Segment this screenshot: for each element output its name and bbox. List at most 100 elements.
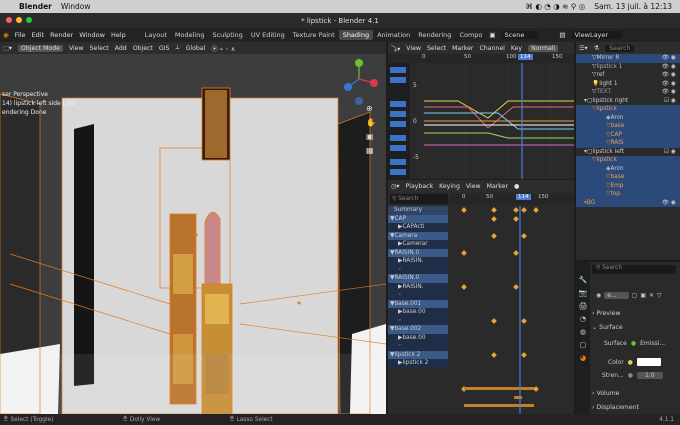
object-mode-dropdown[interactable]: Object Mode bbox=[17, 44, 63, 52]
menu-edit[interactable]: Edit bbox=[32, 31, 45, 39]
channel-row[interactable]: ▶ CAPActi bbox=[388, 223, 448, 232]
channel-row[interactable]: ▼ lipstick 2 bbox=[388, 350, 448, 359]
menu-playback[interactable]: Playback bbox=[406, 183, 434, 190]
tool-tab-icon[interactable]: 🔧 bbox=[579, 276, 588, 284]
graph-menu-key[interactable]: Key bbox=[511, 45, 522, 52]
timeline-menu-marker[interactable]: Marker bbox=[487, 183, 508, 190]
view-layer-name[interactable]: ViewLayer bbox=[571, 31, 623, 39]
menu-help[interactable]: Help bbox=[111, 31, 126, 39]
node-tree-icon[interactable]: ▽ bbox=[657, 292, 662, 299]
graph-editor-type-icon[interactable]: ⤵▾ bbox=[391, 44, 400, 53]
outliner-row[interactable]: 💡 light 1 👁 ◉ bbox=[576, 80, 680, 89]
dope-sheet[interactable]: ◷▾ Playback Keying View Marker ● ⚲ Searc… bbox=[388, 180, 574, 414]
zoom-icon[interactable]: ⊕ bbox=[366, 104, 376, 113]
tab-texture-paint[interactable]: Texture Paint bbox=[289, 30, 339, 40]
tab-uv-editing[interactable]: UV Editing bbox=[247, 30, 289, 40]
graph-menu-channel[interactable]: Channel bbox=[479, 45, 504, 52]
app-name[interactable]: Blender bbox=[19, 2, 52, 11]
gizmo-z-axis[interactable] bbox=[344, 83, 352, 91]
volume-section[interactable]: › Volume bbox=[592, 390, 680, 397]
tab-compositing[interactable]: Compo bbox=[455, 30, 486, 40]
channel-row[interactable]: ▶ base.00 bbox=[388, 333, 448, 342]
properties-editor[interactable]: 🔧 📷 🖨 ◔ ◍ ▢ ◕ ⚲ Search ◉ e... ▢ ▣ ✕ ▽ › … bbox=[576, 262, 680, 414]
timeline-menu-view[interactable]: View bbox=[466, 183, 481, 190]
channel-row[interactable]: ▼ RAISIN.0 bbox=[388, 274, 448, 283]
outliner-row[interactable]: ▽ Mirror R 👁 ◉ bbox=[576, 54, 680, 63]
graph-playhead-label[interactable]: 114 bbox=[518, 54, 533, 60]
graph-menu-view[interactable]: View bbox=[406, 45, 421, 52]
outliner-row[interactable]: ▾▢ lipstick left ☑ ◉ bbox=[576, 148, 680, 157]
graph-channel-list[interactable] bbox=[388, 63, 410, 179]
tab-sculpting[interactable]: Sculpting bbox=[208, 30, 246, 40]
graph-menu-select[interactable]: Select bbox=[427, 45, 446, 52]
outliner-row[interactable]: ▾▢ lipstick right ☑ ◉ bbox=[576, 97, 680, 106]
outliner-row[interactable]: ▽ ref 👁 ◉ bbox=[576, 71, 680, 80]
outliner-row[interactable]: ▽ TEXT 👁 ◉ bbox=[576, 88, 680, 97]
object-tab-icon[interactable]: ▢ bbox=[580, 341, 587, 349]
menu-window[interactable]: Window bbox=[61, 2, 91, 11]
menu-window[interactable]: Window bbox=[79, 31, 105, 39]
menu-render[interactable]: Render bbox=[50, 31, 73, 39]
channel-row[interactable]: ▶ RAISIN. bbox=[388, 282, 448, 291]
orientation-dropdown[interactable]: Global bbox=[186, 45, 206, 52]
timeline-editor-icon[interactable]: ◷▾ bbox=[391, 183, 400, 190]
outliner-row[interactable]: ▽ CAP bbox=[576, 130, 680, 139]
channel-row[interactable]: ▼ base.001 bbox=[388, 299, 448, 308]
scene-name[interactable]: Scene bbox=[501, 31, 539, 39]
graph-menu-marker[interactable]: Marker bbox=[452, 45, 473, 52]
menu-keying[interactable]: Keying bbox=[439, 183, 460, 190]
record-button[interactable]: ● bbox=[514, 183, 519, 190]
fcurve-canvas[interactable] bbox=[418, 63, 574, 179]
outliner-row[interactable]: ▽ RAIS bbox=[576, 139, 680, 148]
camera-view-icon[interactable]: ▣ bbox=[366, 132, 376, 141]
snap-icon[interactable]: ⦿ ⌁ ◦ ∧ bbox=[211, 44, 235, 53]
world-tab-icon[interactable]: ◍ bbox=[580, 328, 586, 336]
menu-view[interactable]: View bbox=[69, 45, 84, 52]
dopesheet-ruler[interactable]: 0 50 114 150 bbox=[450, 194, 574, 204]
displacement-section[interactable]: › Displacement bbox=[592, 404, 680, 411]
pan-hand-icon[interactable]: ✋ bbox=[366, 118, 376, 127]
outliner[interactable]: ☰▾ ⚗ Search ▽ Mirror R 👁 ◉ ▽ lipstick 1 👁 ◉ … bbox=[576, 42, 680, 260]
blender-logo-icon[interactable]: ◉ bbox=[3, 31, 9, 39]
scene-tab-icon[interactable]: ◔ bbox=[580, 315, 586, 323]
channel-row[interactable]: ▼ CAP bbox=[388, 214, 448, 223]
channel-row[interactable]: Summary bbox=[388, 206, 448, 215]
normalize-toggle[interactable]: Normali bbox=[528, 44, 559, 52]
preview-section[interactable]: › Preview bbox=[592, 310, 680, 317]
filter-icon[interactable]: ⚗ bbox=[594, 45, 600, 52]
outliner-row[interactable]: ▽ lipstick bbox=[576, 156, 680, 165]
keyframe-canvas[interactable] bbox=[448, 206, 574, 414]
menu-add[interactable]: Add bbox=[115, 45, 127, 52]
dark-panel-left[interactable] bbox=[74, 124, 94, 386]
strength-field[interactable]: 1.0 bbox=[636, 372, 663, 379]
surface-shader-dropdown[interactable]: Emissi... bbox=[640, 340, 665, 347]
channel-row[interactable]: ▼ base.002 bbox=[388, 325, 448, 334]
channel-row[interactable]: ◦ bbox=[388, 291, 448, 300]
editor-type-icon[interactable]: ⬚▾ bbox=[3, 45, 12, 52]
channel-row[interactable]: ◦ bbox=[388, 265, 448, 274]
tab-animation[interactable]: Animation bbox=[373, 30, 414, 40]
menu-file[interactable]: File bbox=[15, 31, 26, 39]
channel-row[interactable]: ▶ base.00 bbox=[388, 308, 448, 317]
3d-viewport[interactable]: ⬚▾ Object Mode View Select Add Object GI… bbox=[0, 42, 386, 414]
outliner-row[interactable]: ▽ lipstick 1 👁 ◉ bbox=[576, 63, 680, 72]
channel-row[interactable]: ◦ bbox=[388, 316, 448, 325]
graph-editor[interactable]: ⤵▾ View Select Marker Channel Key Normal… bbox=[388, 42, 574, 179]
navigation-gizmo[interactable] bbox=[340, 57, 384, 115]
outliner-row[interactable]: ◈ Anin bbox=[576, 113, 680, 122]
gizmo-y-axis[interactable] bbox=[355, 59, 363, 67]
ds-playhead-label[interactable]: 114 bbox=[516, 194, 531, 200]
close-button[interactable] bbox=[6, 17, 12, 23]
lipstick-bullet[interactable] bbox=[204, 211, 221, 285]
gizmo-x-axis[interactable] bbox=[370, 79, 378, 87]
channel-row[interactable]: ▶ Camerar bbox=[388, 240, 448, 249]
outliner-editor-icon[interactable]: ☰▾ bbox=[579, 45, 588, 52]
outliner-search-input[interactable]: Search bbox=[605, 44, 635, 52]
ortho-grid-icon[interactable]: ▦ bbox=[366, 146, 376, 155]
channel-row[interactable]: ▶ lipstick 2 bbox=[388, 359, 448, 368]
transform-orientation-icon[interactable]: ⟂ bbox=[175, 44, 179, 52]
outliner-row[interactable]: ▾ BG 👁 ◉ bbox=[576, 198, 680, 207]
graph-timeline-ruler[interactable]: 0 50 100 114 150 bbox=[388, 54, 574, 63]
fake-user-icon[interactable]: ▢ bbox=[632, 292, 638, 299]
outliner-row[interactable]: ▽ base bbox=[576, 122, 680, 131]
